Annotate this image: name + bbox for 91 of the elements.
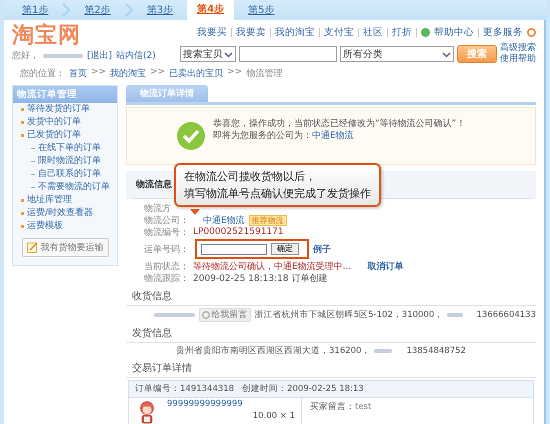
field-label: 物流跟踪： xyxy=(144,272,189,284)
step-tab[interactable]: 第2步 xyxy=(78,0,117,20)
breadcrumb-separator: >> xyxy=(227,67,242,79)
redacted-mark xyxy=(447,313,462,317)
sidebar-item[interactable]: 自己联系的订单 xyxy=(38,169,101,180)
nav-link[interactable]: 打折 xyxy=(392,26,412,39)
search-field[interactable] xyxy=(239,46,337,62)
callout-pointer xyxy=(190,209,200,215)
company-label: 即将为您服务的公司为： xyxy=(213,131,312,141)
sidebar-item[interactable]: 限时物流的订单 xyxy=(38,156,101,167)
address-text: 贵州省贵阳市南明区西湖区西湖大道，316200， xyxy=(176,345,370,357)
field-label: 物流公司： xyxy=(144,214,189,226)
field-value: LP00002521591171 xyxy=(193,227,284,237)
section-title: 收货信息 xyxy=(126,286,536,306)
item-link[interactable]: 99999999999999 xyxy=(167,399,295,409)
bullet-icon xyxy=(21,121,24,124)
step-tab[interactable]: 第5步 xyxy=(242,0,280,20)
breadcrumb-link[interactable]: 已卖出的宝贝 xyxy=(169,67,224,80)
phone-text: 13666604133 xyxy=(476,310,536,320)
field-value: 2009-02-25 18:13:18 订单创建 xyxy=(193,272,328,284)
breadcrumb-link[interactable]: 物流管理 xyxy=(246,67,282,80)
field-value: 等待物流公司确认，中通E物流受理中... xyxy=(193,260,352,272)
sidebar-item[interactable]: 地址库管理 xyxy=(27,195,72,206)
nav-link[interactable]: 更多服务 xyxy=(483,26,523,39)
sidebar-title: 物流订单管理 xyxy=(13,86,117,103)
bullet-icon xyxy=(21,212,24,215)
transport-button[interactable]: 我有货物要运输 xyxy=(22,238,108,257)
breadcrumb-link[interactable]: 我的淘宝 xyxy=(110,67,146,80)
nav-link[interactable]: 我要买 xyxy=(197,26,227,39)
section-title: 发货信息 xyxy=(126,323,536,343)
breadcrumb-separator: >> xyxy=(150,67,166,79)
bullet-icon xyxy=(21,134,24,137)
tag: 推荐物流 xyxy=(248,214,287,226)
company-link[interactable]: 中通E物流 xyxy=(312,131,354,141)
breadcrumb-link[interactable]: 首页 xyxy=(69,67,87,80)
example-link[interactable]: 例子 xyxy=(313,242,331,256)
callout-text: 在物流公司揽收货物以后， xyxy=(184,169,317,185)
order-date: 创建时间：2009-02-25 18:13 xyxy=(242,383,364,395)
field-label: 物流方 xyxy=(144,202,171,214)
search-link[interactable]: 高级搜索 xyxy=(500,43,536,54)
search-link[interactable]: 使用帮助 xyxy=(500,54,536,65)
field-label: 当前状态： xyxy=(144,260,189,272)
sidebar-item[interactable]: 等待发货的订单 xyxy=(27,104,90,115)
phone-text: 13854848752 xyxy=(406,346,466,356)
field-label: 运单号码： xyxy=(144,244,189,256)
confirm-button[interactable]: 确定 xyxy=(271,243,299,255)
chevron-icon xyxy=(62,3,70,17)
category-dropdown[interactable]: 所有分类 xyxy=(340,46,454,62)
success-message: 恭喜您，操作成功，当前状态已经修改为“等待物流公司确认”！ xyxy=(213,118,466,130)
waybill-field[interactable] xyxy=(201,244,267,254)
redacted-mark xyxy=(43,54,83,58)
nav-link[interactable]: 我要卖 xyxy=(236,26,266,39)
note-text: test xyxy=(355,402,372,412)
nav-link[interactable]: 社区 xyxy=(363,26,383,39)
section-title: 交易订单详情 xyxy=(126,358,536,378)
message-badge[interactable]: 给我留言 xyxy=(198,308,251,322)
step-tab[interactable]: 第1步 xyxy=(16,0,54,20)
redacted-mark xyxy=(154,313,195,317)
step-tab[interactable]: 第4步 xyxy=(187,0,234,20)
nav-link[interactable]: 帮助中心 xyxy=(434,26,474,39)
help-icon xyxy=(421,28,430,37)
greeting-text: 您好， xyxy=(12,50,39,62)
order-number: 订单编号：1491344318 xyxy=(135,383,234,395)
sidebar-item[interactable]: 在线下单的订单 xyxy=(38,143,101,154)
messages-link[interactable]: 站内信(2) xyxy=(116,49,156,62)
step-tab[interactable]: 第3步 xyxy=(140,0,180,20)
bullet-icon xyxy=(21,225,24,228)
cancel-link[interactable]: 取消订单 xyxy=(367,260,404,272)
sidebar-item[interactable]: 运费模板 xyxy=(27,221,63,232)
address-text: 浙江省杭州市下城区朝晖5区5-102，310000， xyxy=(254,309,444,321)
callout-text: 填写物流单号点确认便完成了发货操作 xyxy=(184,186,371,202)
redacted-mark xyxy=(374,349,392,353)
sidebar-item[interactable]: 运费/时效查看器 xyxy=(27,208,94,219)
logout-link[interactable]: [退出] xyxy=(87,49,112,62)
scope-dropdown[interactable]: 搜索宝贝 xyxy=(180,46,236,62)
field-label: 物流编号： xyxy=(144,226,189,238)
breadcrumb-separator: >> xyxy=(91,67,106,79)
nav-link[interactable]: 我的淘宝 xyxy=(275,26,315,39)
bullet-icon xyxy=(21,108,24,111)
sidebar-item[interactable]: 不需要物流的订单 xyxy=(38,182,110,193)
edit-icon xyxy=(26,242,38,253)
checkmark-icon xyxy=(177,122,205,150)
sidebar-item[interactable]: 发货中的订单 xyxy=(27,117,81,128)
sidebar-item[interactable]: 已发货的订单 xyxy=(27,130,81,141)
bullet-icon xyxy=(21,199,24,202)
price-text: 10.00 × 1 xyxy=(252,411,295,421)
nav-link[interactable]: 支付宝 xyxy=(324,26,354,39)
note-label: 买家留言： xyxy=(310,402,355,412)
chevron-icon xyxy=(124,3,133,17)
field-value: 中通E物流 xyxy=(203,214,245,226)
breadcrumb-label: 您的位置： xyxy=(20,68,65,80)
